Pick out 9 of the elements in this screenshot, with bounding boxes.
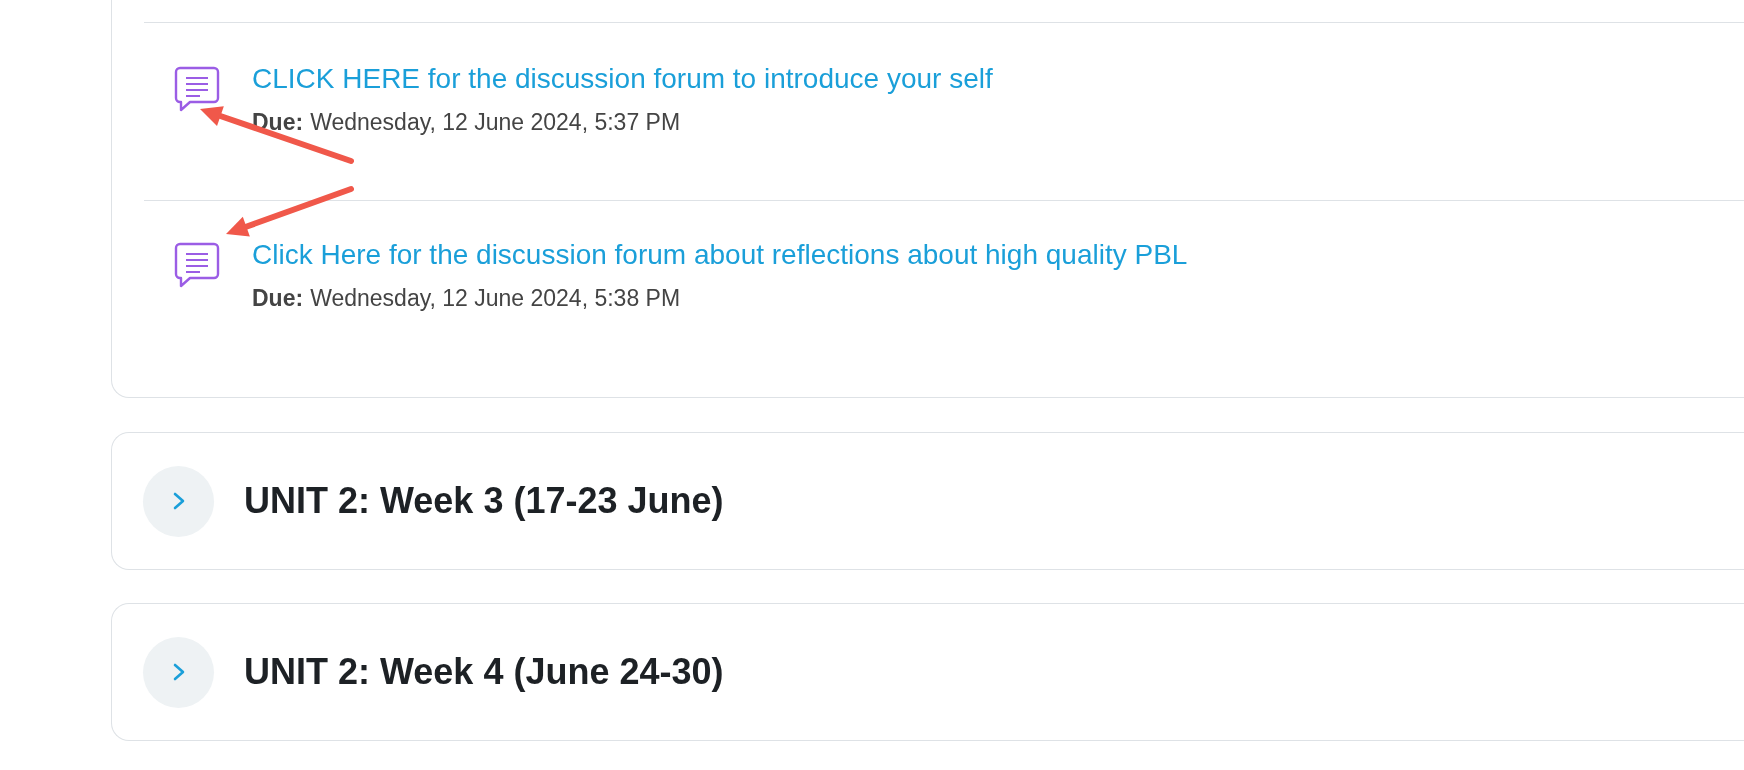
chevron-icon (171, 662, 186, 682)
chevron-icon (171, 491, 186, 511)
section-title[interactable]: UNIT 2: Week 3 (17-23 June) (244, 480, 724, 522)
due-date: Wednesday, 12 June 2024, 5:37 PM (310, 109, 681, 136)
forum-icon (174, 65, 220, 112)
section-title[interactable]: UNIT 2: Week 4 (June 24-30) (244, 651, 724, 693)
forum-icon (174, 241, 220, 288)
due-date: Wednesday, 12 June 2024, 5:38 PM (310, 285, 681, 312)
due-label: Due: (252, 285, 304, 312)
